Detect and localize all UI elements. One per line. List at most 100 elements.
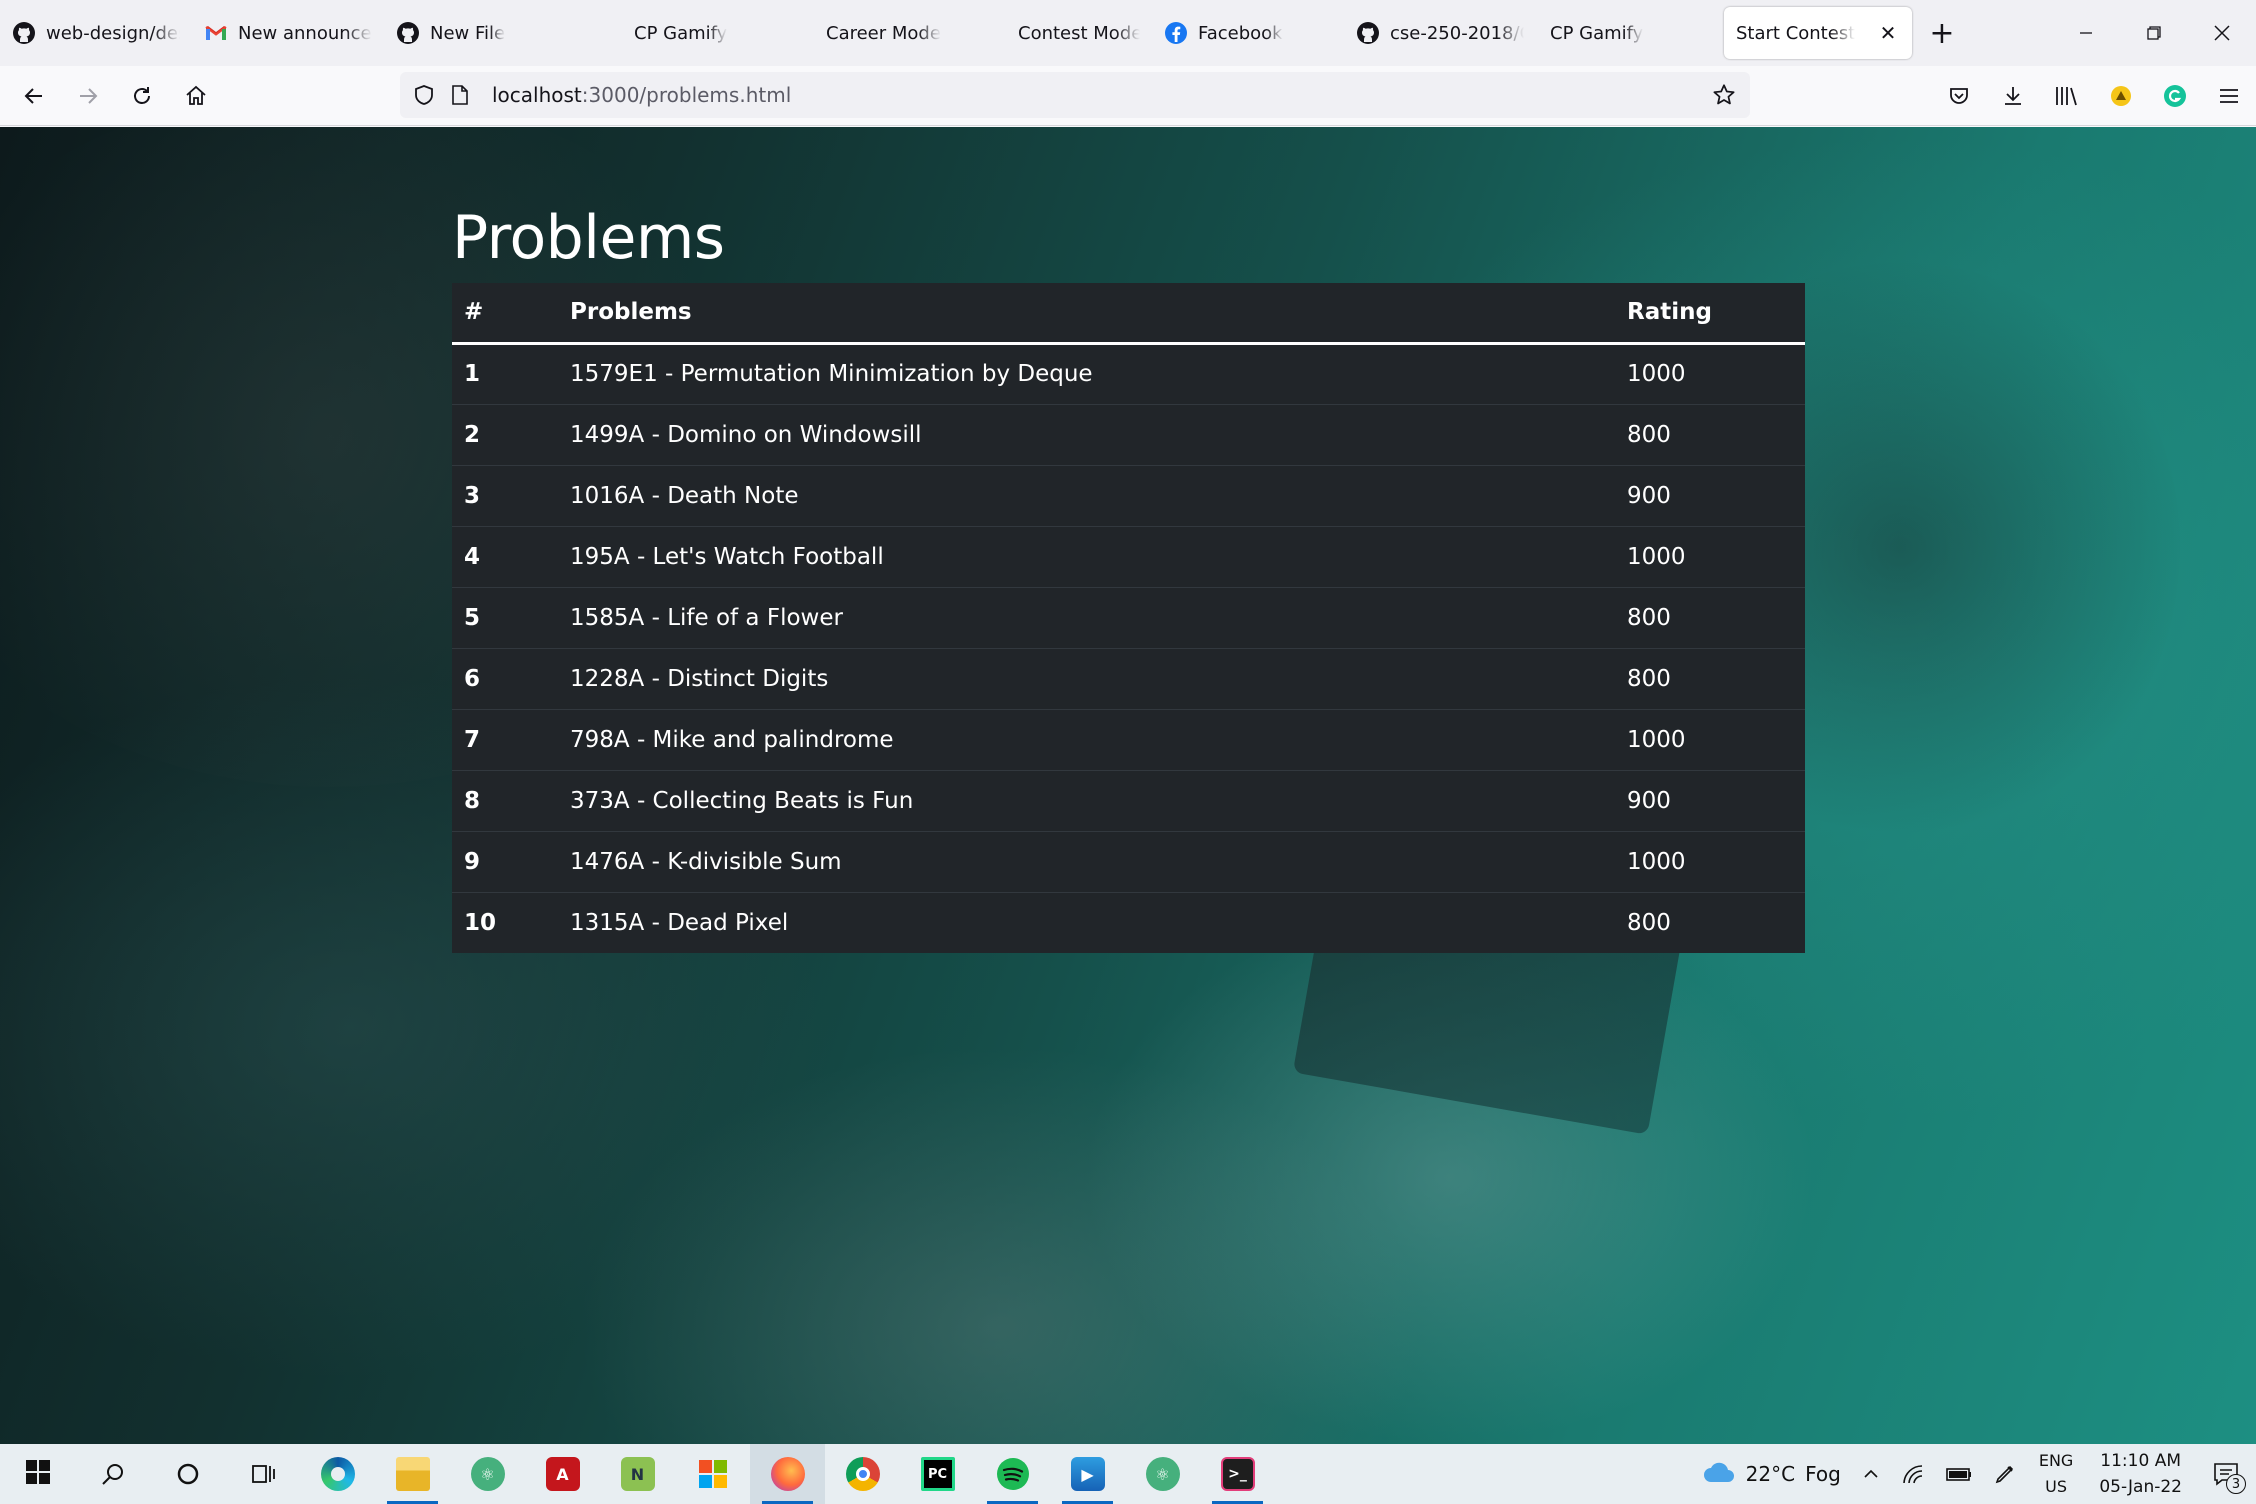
problem-name[interactable]: 195A - Let's Watch Football [558, 525, 1615, 587]
tab-cp-gamify[interactable]: CP Gamify [576, 7, 768, 59]
page-icon[interactable] [446, 81, 474, 109]
chevron-up-icon[interactable] [1851, 1444, 1891, 1504]
tab-cse-250[interactable]: cse-250-2018/G [1344, 7, 1536, 59]
problem-name[interactable]: 1016A - Death Note [558, 464, 1615, 526]
start-button[interactable] [0, 1444, 75, 1504]
row-number: 3 [452, 464, 558, 526]
media-player-icon[interactable]: ▶ [1050, 1444, 1125, 1504]
table-row[interactable]: 8 373A - Collecting Beats is Fun 900 [452, 769, 1805, 831]
problem-name[interactable]: 373A - Collecting Beats is Fun [558, 769, 1615, 831]
row-number: 1 [464, 361, 481, 387]
table-row[interactable]: 9 1476A - K-divisible Sum 1000 [452, 830, 1805, 892]
clock-date: 05-Jan-22 [2099, 1477, 2182, 1497]
acrobat-icon[interactable]: A [525, 1444, 600, 1504]
tab-cp-gamify-2[interactable]: CP Gamify [1536, 7, 1720, 59]
edge-icon[interactable] [300, 1444, 375, 1504]
close-tab-icon[interactable]: ✕ [1876, 21, 1900, 45]
column-header-number: # [452, 283, 558, 345]
notification-count-badge: 3 [2226, 1474, 2246, 1494]
tab-facebook[interactable]: Facebook [1152, 7, 1344, 59]
problem-name[interactable]: 1499A - Domino on Windowsill [558, 403, 1615, 465]
clock[interactable]: 11:10 AM 05-Jan-22 [2085, 1444, 2196, 1504]
problem-name[interactable]: 798A - Mike and palindrome [558, 708, 1615, 770]
tab-label: Facebook [1198, 22, 1283, 44]
github-icon [396, 21, 420, 45]
restore-icon[interactable] [2120, 0, 2188, 66]
problem-rating: 1000 [1627, 361, 1686, 387]
file-explorer-icon[interactable] [375, 1444, 450, 1504]
library-icon[interactable] [2040, 66, 2094, 126]
tab-career-mode[interactable]: Career Mode [768, 7, 960, 59]
table-row[interactable]: 2 1499A - Domino on Windowsill 800 [452, 403, 1805, 465]
reload-icon[interactable] [122, 76, 162, 116]
notepad-plus-icon[interactable]: N [600, 1444, 675, 1504]
problem-rating: 1000 [1615, 708, 1805, 770]
page-content: Problems # Problems Rating 1 1579E1 - Pe… [0, 127, 2256, 1444]
downloads-icon[interactable] [1986, 66, 2040, 126]
shield-icon[interactable] [410, 81, 438, 109]
table-row[interactable]: 1 1579E1 - Permutation Minimization by D… [452, 343, 1805, 404]
menu-icon[interactable] [2202, 66, 2256, 126]
chrome-icon[interactable] [825, 1444, 900, 1504]
tab-contest-mode[interactable]: Contest Mode [960, 7, 1152, 59]
tab-label: New announcem [238, 22, 372, 44]
problems-table: # Problems Rating 1 1579E1 - Permutation… [452, 283, 1805, 953]
problem-name[interactable]: 1585A - Life of a Flower [558, 586, 1615, 648]
cortana-icon[interactable] [150, 1444, 225, 1504]
row-number: 9 [452, 830, 558, 892]
table-row[interactable]: 3 1016A - Death Note 900 [452, 464, 1805, 526]
pen-icon[interactable] [1983, 1444, 2027, 1504]
tab-start-contest[interactable]: Start Contest ✕ [1724, 7, 1912, 59]
url-text[interactable]: localhost:3000/problems.html [492, 83, 791, 107]
navigation-toolbar: localhost:3000/problems.html [0, 66, 2256, 126]
github-icon [1356, 21, 1380, 45]
problem-name[interactable]: 1476A - K-divisible Sum [558, 830, 1615, 892]
problem-name[interactable]: 1228A - Distinct Digits [558, 647, 1615, 709]
language-region: US [2045, 1477, 2067, 1496]
row-number: 4 [452, 525, 558, 587]
spotify-icon[interactable] [975, 1444, 1050, 1504]
tab-gmail[interactable]: New announcem [192, 7, 384, 59]
search-icon[interactable] [75, 1444, 150, 1504]
table-row[interactable]: 6 1228A - Distinct Digits 800 [452, 647, 1805, 709]
table-row[interactable]: 7 798A - Mike and palindrome 1000 [452, 708, 1805, 770]
forward-arrow-icon[interactable] [68, 76, 108, 116]
terminal-icon[interactable]: >_ [1200, 1444, 1275, 1504]
new-tab-icon[interactable]: + [1922, 13, 1962, 53]
back-arrow-icon[interactable] [14, 76, 54, 116]
atom-icon-2[interactable]: ⚛ [1125, 1444, 1200, 1504]
task-view-icon[interactable] [225, 1444, 300, 1504]
tab-label: Start Contest [1736, 22, 1856, 44]
battery-icon[interactable] [1935, 1444, 1983, 1504]
tab-new-file[interactable]: New File [384, 7, 576, 59]
column-header-problems: Problems [558, 283, 1615, 345]
home-icon[interactable] [176, 76, 216, 116]
minimize-icon[interactable] [2052, 0, 2120, 66]
grammarly-icon[interactable] [2148, 66, 2202, 126]
notification-center-icon[interactable]: 3 [2196, 1444, 2256, 1504]
pycharm-icon[interactable]: PC [900, 1444, 975, 1504]
table-row[interactable]: 10 1315A - Dead Pixel 800 [452, 891, 1805, 953]
microsoft-store-icon[interactable] [675, 1444, 750, 1504]
language-indicator[interactable]: ENG US [2027, 1444, 2085, 1504]
firefox-icon[interactable] [750, 1444, 825, 1504]
tab-label: Contest Mode [1018, 22, 1140, 44]
problem-name[interactable]: 1315A - Dead Pixel [558, 891, 1615, 953]
wifi-icon[interactable] [1891, 1444, 1935, 1504]
row-number: 8 [452, 769, 558, 831]
table-row[interactable]: 4 195A - Let's Watch Football 1000 [452, 525, 1805, 587]
bookmark-star-icon[interactable] [1710, 81, 1738, 109]
tab-web-design[interactable]: web-design/des [0, 7, 192, 59]
pocket-icon[interactable] [1932, 66, 1986, 126]
problem-name[interactable]: 1579E1 - Permutation Minimization by Deq… [558, 343, 1615, 404]
tab-label: cse-250-2018/G [1390, 22, 1524, 44]
extension-icon[interactable] [2094, 66, 2148, 126]
close-window-icon[interactable] [2188, 0, 2256, 66]
atom-icon[interactable]: ⚛ [450, 1444, 525, 1504]
problem-rating: 900 [1615, 464, 1805, 526]
weather-widget[interactable]: 22°C Fog [1692, 1444, 1851, 1504]
problem-rating: 1000 [1615, 525, 1805, 587]
url-bar[interactable]: localhost:3000/problems.html [400, 72, 1750, 118]
tab-label: web-design/des [46, 22, 180, 44]
table-row[interactable]: 5 1585A - Life of a Flower 800 [452, 586, 1805, 648]
